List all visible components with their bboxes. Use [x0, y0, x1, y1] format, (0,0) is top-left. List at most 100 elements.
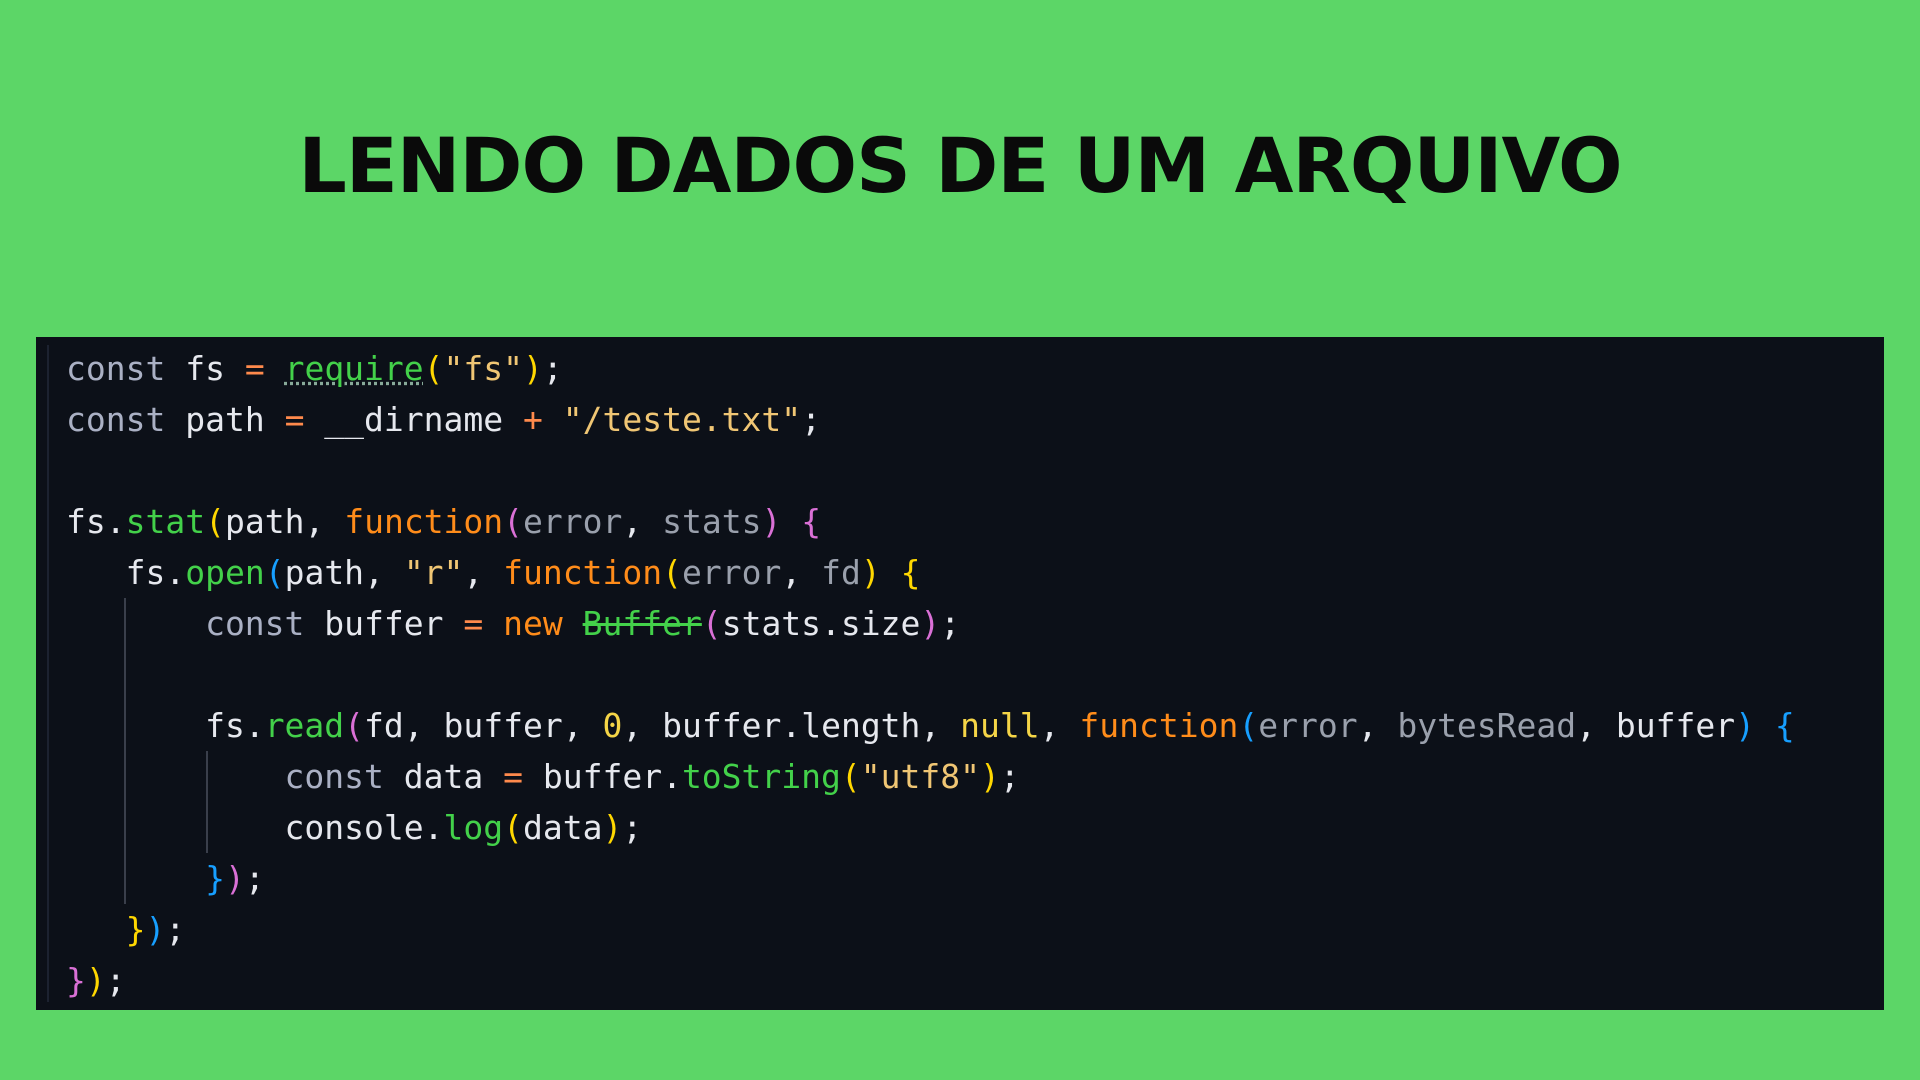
- indent-guide: [124, 598, 126, 649]
- code-token: const: [66, 349, 166, 388]
- code-token: const: [66, 604, 305, 643]
- code-token: ): [860, 553, 881, 592]
- code-token: ;: [542, 349, 563, 388]
- code-token: data: [522, 808, 603, 847]
- code-line[interactable]: fs.stat(path, function(error, stats) {: [66, 496, 1884, 547]
- code-editor[interactable]: const fs = require("fs"); const path = __…: [36, 337, 1884, 1010]
- indent-guide: [206, 802, 208, 853]
- gutter-border: [47, 345, 49, 1002]
- code-token: ,: [304, 502, 345, 541]
- code-token: ;: [165, 910, 186, 949]
- indent-guide: [124, 853, 126, 904]
- code-token: error: [682, 553, 782, 592]
- code-token: {: [900, 553, 921, 592]
- code-token: (: [701, 604, 722, 643]
- code-token: error: [1258, 706, 1358, 745]
- code-line[interactable]: });: [66, 853, 1884, 904]
- code-token: ,: [562, 706, 603, 745]
- code-token: =: [463, 604, 484, 643]
- code-token: fd: [821, 553, 861, 592]
- code-token: "/teste.txt": [562, 400, 802, 439]
- code-line[interactable]: });: [66, 955, 1884, 1006]
- code-line[interactable]: fs.read(fd, buffer, 0, buffer.length, nu…: [66, 700, 1884, 751]
- code-token: buffer.length: [662, 706, 921, 745]
- code-line[interactable]: console.log(data);: [66, 802, 1884, 853]
- code-token: ): [145, 910, 166, 949]
- code-token: (: [503, 502, 524, 541]
- code-token: ): [920, 604, 941, 643]
- code-token: null: [960, 706, 1040, 745]
- code-token: __dirname: [304, 400, 523, 439]
- code-token: new: [503, 604, 563, 643]
- code-line[interactable]: const fs = require("fs");: [66, 343, 1884, 394]
- code-token: ;: [999, 757, 1020, 796]
- code-line[interactable]: fs.open(path, "r", function(error, fd) {: [66, 547, 1884, 598]
- code-token: ;: [622, 808, 643, 847]
- code-token: {: [801, 502, 822, 541]
- code-line[interactable]: const buffer = new Buffer(stats.size);: [66, 598, 1884, 649]
- code-token: ,: [463, 553, 504, 592]
- code-token: Buffer: [582, 604, 702, 643]
- code-token: ,: [1576, 706, 1616, 745]
- code-token: ): [523, 349, 543, 388]
- code-line[interactable]: [66, 649, 1884, 700]
- code-token: }: [66, 961, 86, 1000]
- code-token: +: [522, 400, 543, 439]
- code-token: ): [602, 808, 623, 847]
- code-token: buffer: [1615, 706, 1736, 745]
- code-token: }: [66, 859, 225, 898]
- code-token: fs: [165, 349, 245, 388]
- code-token: read: [264, 706, 345, 745]
- code-token: buffer: [304, 604, 464, 643]
- code-token: "r": [403, 553, 464, 592]
- code-token: .: [165, 553, 186, 592]
- code-token: const: [66, 400, 166, 439]
- code-block[interactable]: const fs = require("fs"); const path = __…: [66, 343, 1884, 1006]
- code-token: }: [66, 910, 146, 949]
- code-line[interactable]: const data = buffer.toString("utf8");: [66, 751, 1884, 802]
- indent-guide: [124, 649, 126, 700]
- code-token: ;: [105, 961, 126, 1000]
- code-token: path: [165, 400, 285, 439]
- code-token: 0: [602, 706, 623, 745]
- code-token: toString: [681, 757, 841, 796]
- code-token: function: [503, 553, 663, 592]
- code-token: path: [224, 502, 305, 541]
- code-token: =: [284, 400, 305, 439]
- code-token: .: [105, 502, 126, 541]
- code-token: ,: [920, 706, 961, 745]
- code-token: ,: [1039, 706, 1080, 745]
- code-line[interactable]: });: [66, 904, 1884, 955]
- indent-guide: [124, 700, 126, 751]
- code-token: =: [503, 757, 523, 796]
- code-token: stats: [662, 502, 762, 541]
- code-token: fd: [364, 706, 404, 745]
- code-token: log: [443, 808, 504, 847]
- indent-guide: [124, 751, 126, 802]
- code-token: ,: [1357, 706, 1398, 745]
- code-token: function: [344, 502, 504, 541]
- code-token: ): [224, 859, 245, 898]
- code-token: stats.size: [721, 604, 921, 643]
- code-token: open: [185, 553, 265, 592]
- code-token: const: [66, 757, 384, 796]
- code-token: ): [979, 757, 1000, 796]
- code-token: .: [423, 808, 444, 847]
- code-token: ;: [940, 604, 961, 643]
- code-token: function: [1079, 706, 1239, 745]
- code-token: =: [244, 349, 265, 388]
- code-line[interactable]: [66, 445, 1884, 496]
- code-token: ): [1735, 706, 1755, 745]
- code-line[interactable]: const path = __dirname + "/teste.txt";: [66, 394, 1884, 445]
- code-token: stat: [125, 502, 206, 541]
- code-token: fs: [66, 706, 245, 745]
- code-token: ,: [364, 553, 404, 592]
- code-token: ,: [781, 553, 822, 592]
- code-token: path: [284, 553, 365, 592]
- code-token: (: [503, 808, 523, 847]
